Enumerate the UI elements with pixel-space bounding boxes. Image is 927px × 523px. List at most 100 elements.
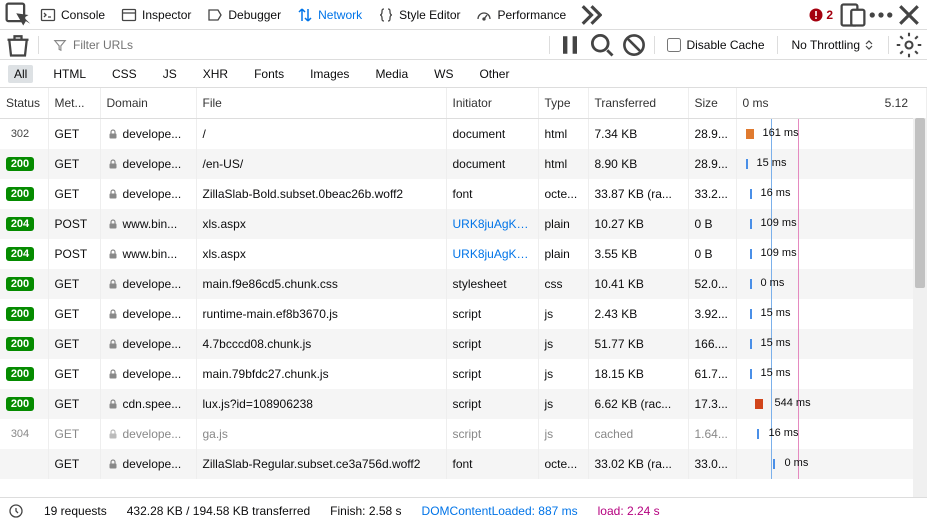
cell-file: xls.aspx <box>196 239 446 269</box>
cell-method: GET <box>48 389 100 419</box>
lock-icon <box>107 398 119 410</box>
disable-cache-checkbox[interactable]: Disable Cache <box>661 38 770 52</box>
filter-all[interactable]: All <box>8 65 33 83</box>
header-initiator[interactable]: Initiator <box>446 88 538 118</box>
header-method[interactable]: Met... <box>48 88 100 118</box>
cell-waterfall: 15 ms <box>736 329 927 359</box>
header-transferred[interactable]: Transferred <box>588 88 688 118</box>
cell-status: 200 <box>0 359 48 389</box>
filter-html[interactable]: HTML <box>47 65 92 83</box>
block-icon[interactable] <box>620 31 648 59</box>
table-row[interactable]: GETdevelope...ZillaSlab-Regular.subset.c… <box>0 449 927 479</box>
cell-method: POST <box>48 239 100 269</box>
error-count[interactable]: 2 <box>803 8 839 22</box>
cell-status: 200 <box>0 179 48 209</box>
cell-initiator[interactable]: URK8juAgKq... <box>446 239 538 269</box>
responsive-mode-icon[interactable] <box>839 1 867 29</box>
cell-transferred: 2.43 KB <box>588 299 688 329</box>
cell-file: main.f9e86cd5.chunk.css <box>196 269 446 299</box>
cell-status: 204 <box>0 209 48 239</box>
table-row[interactable]: 200GETdevelope...ZillaSlab-Bold.subset.0… <box>0 179 927 209</box>
tab-performance[interactable]: Performance <box>468 0 574 30</box>
lock-icon <box>107 278 119 290</box>
header-file[interactable]: File <box>196 88 446 118</box>
tab-style-editor[interactable]: Style Editor <box>370 0 468 30</box>
cell-waterfall: 161 ms <box>736 118 927 149</box>
tab-debugger[interactable]: Debugger <box>199 0 289 30</box>
cell-transferred: 33.87 KB (ra... <box>588 179 688 209</box>
header-domain[interactable]: Domain <box>100 88 196 118</box>
cell-initiator[interactable]: URK8juAgKq... <box>446 209 538 239</box>
cell-waterfall: 15 ms <box>736 299 927 329</box>
clear-icon[interactable] <box>4 31 32 59</box>
cell-file: lux.js?id=108906238 <box>196 389 446 419</box>
tabs-overflow-icon[interactable] <box>574 1 602 29</box>
cell-initiator: script <box>446 359 538 389</box>
table-row[interactable]: 204POSTwww.bin...xls.aspxURK8juAgKq...pl… <box>0 239 927 269</box>
table-row[interactable]: 302GETdevelope.../documenthtml7.34 KB28.… <box>0 118 927 149</box>
cell-transferred: 3.55 KB <box>588 239 688 269</box>
cell-waterfall: 544 ms <box>736 389 927 419</box>
cell-file: xls.aspx <box>196 209 446 239</box>
cell-initiator: font <box>446 179 538 209</box>
table-row[interactable]: 200GETdevelope...main.79bfdc27.chunk.jss… <box>0 359 927 389</box>
cell-transferred: 6.62 KB (rac... <box>588 389 688 419</box>
cell-initiator: font <box>446 449 538 479</box>
cell-file: ZillaSlab-Bold.subset.0beac26b.woff2 <box>196 179 446 209</box>
filter-xhr[interactable]: XHR <box>197 65 234 83</box>
tab-console[interactable]: Console <box>32 0 113 30</box>
settings-gear-icon[interactable] <box>895 31 923 59</box>
scrollbar-thumb[interactable] <box>915 118 925 288</box>
tab-network[interactable]: Network <box>289 0 370 30</box>
table-row[interactable]: 304GETdevelope...ga.jsscriptjscached1.64… <box>0 419 927 449</box>
cell-waterfall: 109 ms <box>736 239 927 269</box>
cell-size: 1.64... <box>688 419 736 449</box>
lock-icon <box>107 158 119 170</box>
lock-icon <box>107 248 119 260</box>
cell-method: GET <box>48 269 100 299</box>
header-status[interactable]: Status <box>0 88 48 118</box>
cell-method: GET <box>48 419 100 449</box>
cell-size: 61.7... <box>688 359 736 389</box>
throttling-select[interactable]: No Throttling <box>784 38 882 52</box>
element-picker-icon[interactable] <box>4 1 32 29</box>
close-devtools-icon[interactable] <box>895 1 923 29</box>
filter-other[interactable]: Other <box>473 65 515 83</box>
cell-status <box>0 449 48 479</box>
filter-fonts[interactable]: Fonts <box>248 65 290 83</box>
filter-media[interactable]: Media <box>369 65 414 83</box>
pause-icon[interactable] <box>556 31 584 59</box>
cell-type: octe... <box>538 449 588 479</box>
table-row[interactable]: 200GETdevelope.../en-US/documenthtml8.90… <box>0 149 927 179</box>
meatball-menu-icon[interactable] <box>867 1 895 29</box>
cell-domain: www.bin... <box>100 239 196 269</box>
header-type[interactable]: Type <box>538 88 588 118</box>
cell-initiator: document <box>446 118 538 149</box>
header-size[interactable]: Size <box>688 88 736 118</box>
cell-type: js <box>538 299 588 329</box>
cell-transferred: 18.15 KB <box>588 359 688 389</box>
filter-css[interactable]: CSS <box>106 65 143 83</box>
filter-images[interactable]: Images <box>304 65 355 83</box>
perf-icon[interactable] <box>8 503 24 519</box>
cell-size: 28.9... <box>688 118 736 149</box>
vertical-scrollbar[interactable] <box>913 118 927 497</box>
cell-type: plain <box>538 209 588 239</box>
filter-urls-input[interactable]: Filter URLs <box>45 38 543 52</box>
filter-ws[interactable]: WS <box>428 65 459 83</box>
table-row[interactable]: 200GETdevelope...4.7bcccd08.chunk.jsscri… <box>0 329 927 359</box>
cell-domain: develope... <box>100 449 196 479</box>
table-row[interactable]: 200GETdevelope...runtime-main.ef8b3670.j… <box>0 299 927 329</box>
search-icon[interactable] <box>588 31 616 59</box>
table-row[interactable]: 204POSTwww.bin...xls.aspxURK8juAgKq...pl… <box>0 209 927 239</box>
cell-size: 33.2... <box>688 179 736 209</box>
table-row[interactable]: 200GETdevelope...main.f9e86cd5.chunk.css… <box>0 269 927 299</box>
cell-waterfall: 0 ms <box>736 449 927 479</box>
table-row[interactable]: 200GETcdn.spee...lux.js?id=108906238scri… <box>0 389 927 419</box>
filter-js[interactable]: JS <box>157 65 183 83</box>
cell-file: main.79bfdc27.chunk.js <box>196 359 446 389</box>
header-waterfall[interactable]: 0 ms5.12 <box>736 88 927 118</box>
tab-inspector[interactable]: Inspector <box>113 0 199 30</box>
footer-load: load: 2.24 s <box>598 504 660 518</box>
cell-type: js <box>538 359 588 389</box>
